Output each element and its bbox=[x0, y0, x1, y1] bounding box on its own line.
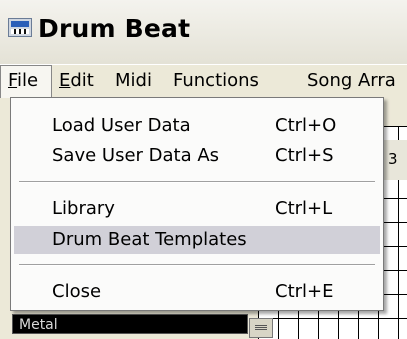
title-bar: Drum Beat bbox=[0, 0, 407, 64]
file-menu-dropdown: Load User Data Ctrl+O Save User Data As … bbox=[10, 97, 384, 311]
scroll-grip[interactable] bbox=[249, 318, 273, 338]
menu-item-shortcut: Ctrl+O bbox=[275, 115, 337, 136]
menu-item-label: Drum Beat Templates bbox=[52, 229, 247, 250]
style-field[interactable]: Metal bbox=[12, 314, 248, 334]
menu-item-label: Save User Data As bbox=[52, 145, 220, 166]
menu-bar: File Edit Midi Functions Song Arra bbox=[0, 64, 407, 99]
menu-item-load-user-data[interactable]: Load User Data Ctrl+O bbox=[14, 112, 380, 140]
menu-item-label: Close bbox=[52, 281, 102, 302]
menu-functions-label: Functions bbox=[173, 70, 259, 91]
menu-edit-accesskey: E bbox=[59, 70, 71, 91]
menu-song-arrangement-label: Song Arra bbox=[307, 70, 396, 91]
app-icon bbox=[8, 18, 32, 37]
menu-edit[interactable]: Edit bbox=[52, 65, 101, 99]
menu-item-drum-beat-templates[interactable]: Drum Beat Templates bbox=[14, 226, 380, 254]
menu-functions[interactable]: Functions bbox=[166, 65, 266, 99]
menu-item-close[interactable]: Close Ctrl+E bbox=[14, 278, 380, 306]
grid-column-number: 3 bbox=[388, 150, 398, 168]
menu-file[interactable]: File bbox=[0, 65, 52, 99]
menu-item-shortcut: Ctrl+E bbox=[275, 281, 334, 302]
menu-song-arrangement[interactable]: Song Arra bbox=[300, 65, 403, 99]
menu-item-shortcut: Ctrl+S bbox=[275, 145, 334, 166]
window-title: Drum Beat bbox=[38, 14, 191, 43]
menu-item-library[interactable]: Library Ctrl+L bbox=[14, 195, 380, 223]
menu-item-shortcut: Ctrl+L bbox=[275, 198, 333, 219]
menu-separator bbox=[19, 181, 375, 183]
menu-file-label: ile bbox=[17, 70, 39, 91]
menu-midi[interactable]: Midi bbox=[108, 65, 159, 99]
menu-item-label: Load User Data bbox=[52, 115, 191, 136]
menu-separator bbox=[19, 264, 375, 266]
menu-item-label: Library bbox=[52, 198, 115, 219]
menu-midi-label: Midi bbox=[115, 70, 152, 91]
menu-edit-label: dit bbox=[70, 70, 94, 91]
menu-file-accesskey: F bbox=[8, 70, 18, 91]
menu-item-save-user-data-as[interactable]: Save User Data As Ctrl+S bbox=[14, 142, 380, 170]
